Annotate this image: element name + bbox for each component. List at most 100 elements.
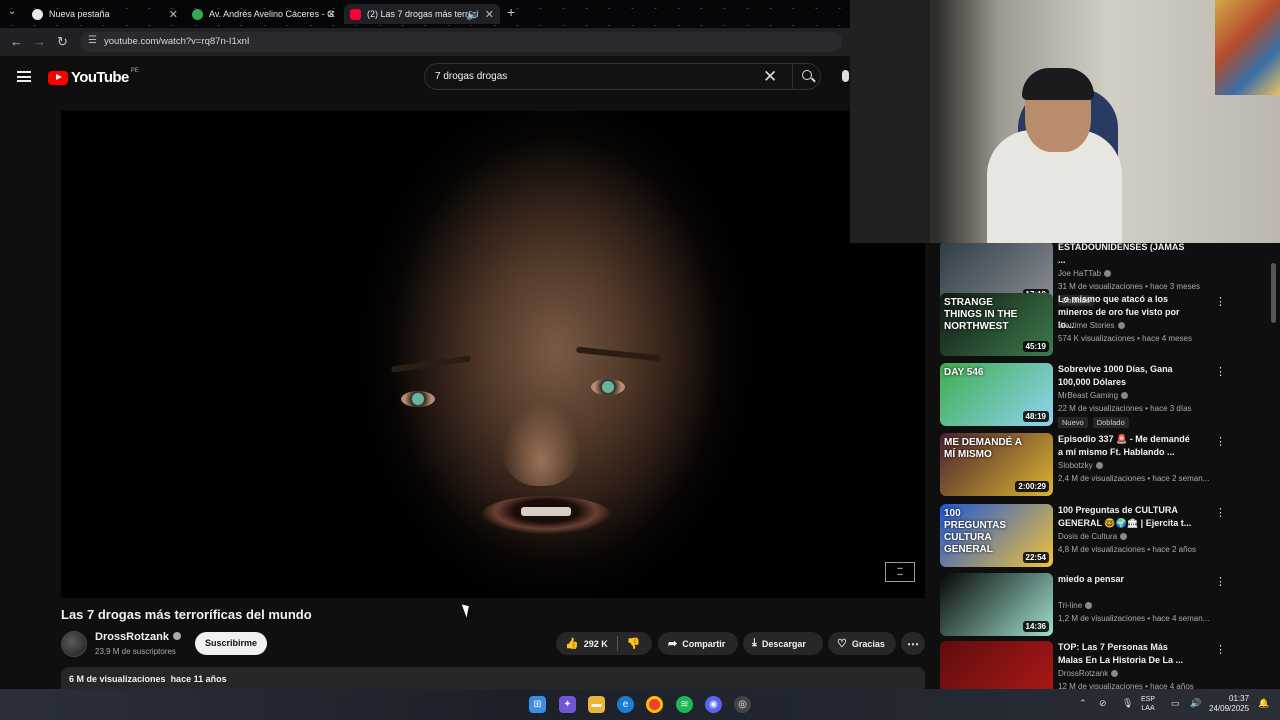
forward-icon[interactable]: → <box>33 34 46 49</box>
youtube-logo[interactable]: YouTube PE <box>48 68 139 86</box>
more-options-icon[interactable]: ⋮ <box>1215 365 1226 378</box>
video-frame-detail <box>390 355 472 373</box>
tab-new-tab[interactable]: Nueva pestaña ✕ <box>26 4 184 24</box>
clock-time: 01:37 <box>1229 694 1250 703</box>
recommended-title[interactable]: ESTADOUNIDENSES (JAMÁS ... <box>1058 243 1193 267</box>
menu-icon[interactable] <box>17 71 31 82</box>
tray-chevron-icon[interactable]: ⌃ <box>1079 698 1087 709</box>
tray-mic-icon[interactable]: 🎙 <box>1122 698 1133 709</box>
channel-name[interactable]: DrossRotzank <box>95 631 181 643</box>
thanks-button[interactable]: ♡ Gracias <box>828 632 896 655</box>
recommended-channel[interactable]: MrBeast Gaming <box>1058 391 1129 400</box>
recommended-channel[interactable]: Wartime Stories <box>1058 321 1125 330</box>
video-frame-detail <box>401 391 435 407</box>
recommended-title[interactable]: 100 Preguntas de CULTURA GENERAL 🤓🌍🏛 | E… <box>1058 504 1193 530</box>
channel-watermark[interactable]: ▪▪▪ ▪▪▪ <box>885 562 915 582</box>
system-clock[interactable]: 01:37 24/09/2025 <box>1209 694 1249 714</box>
verified-icon <box>1085 602 1093 609</box>
recommended-channel[interactable]: Dosis de Cultura <box>1058 532 1128 541</box>
close-tab-icon[interactable]: ✕ <box>485 8 494 21</box>
recommended-title[interactable]: miedo a pensar <box>1058 573 1193 586</box>
chrome-taskbar-icon[interactable] <box>646 696 663 713</box>
description-box[interactable]: 6 M de visualizaciones hace 11 años <box>61 667 925 689</box>
recommended-title[interactable]: Sobrevive 1000 Días, Gana 100,000 Dólare… <box>1058 363 1193 389</box>
mic-icon[interactable] <box>842 70 849 82</box>
recommended-video[interactable]: 100 PREGUNTAS CULTURA GENERAL 22:54 100 Pr… <box>940 504 1260 568</box>
volume-icon[interactable]: 🔊 <box>1190 698 1201 709</box>
audio-icon[interactable]: 🔈 <box>466 8 480 21</box>
video-player[interactable]: ▪▪▪ ▪▪▪ <box>61 111 925 598</box>
scrollbar-thumb[interactable] <box>1271 263 1276 323</box>
tab-maps[interactable]: Av. Andrés Avelino Cáceres - G ✕ <box>186 4 342 24</box>
sidebar-scrollbar[interactable] <box>1271 243 1276 688</box>
channel-avatar[interactable] <box>61 631 87 657</box>
more-options-icon[interactable]: ⋮ <box>1215 575 1226 588</box>
recommended-channel[interactable]: Tri-line <box>1058 601 1093 610</box>
channel-name-text: DrossRotzank <box>95 631 169 643</box>
subscribe-button[interactable]: Suscribirme <box>195 632 267 655</box>
search-icon <box>802 70 812 80</box>
video-thumbnail[interactable]: 100 PREGUNTAS CULTURA GENERAL 22:54 <box>940 504 1053 567</box>
recommended-title[interactable]: TOP: Las 7 Personas Más Malas En La Hist… <box>1058 641 1193 667</box>
clock-date: 24/09/2025 <box>1209 704 1250 713</box>
video-duration: 2:00:29 <box>1015 481 1049 492</box>
recommended-title[interactable]: Episodio 337 🚨 - Me demandé a mí mismo F… <box>1058 433 1193 459</box>
address-toolbar: ← → ↻ ☰ youtube.com/watch?v=rq87n-I1xnI <box>0 28 850 56</box>
like-dislike-group: 👍 292 K 👎 <box>556 632 652 655</box>
recommended-video[interactable]: 14:36 miedo a pensar Tri-line 1,2 M de visu… <box>940 573 1260 637</box>
thumbnail-text: ME DEMANDÉ A MÍ MISMO <box>944 437 1022 460</box>
notifications-icon[interactable]: 🔔 <box>1258 698 1269 709</box>
close-tab-icon[interactable]: ✕ <box>169 8 178 21</box>
like-button[interactable]: 👍 292 K <box>556 637 608 650</box>
back-icon[interactable]: ← <box>10 34 23 49</box>
more-options-icon[interactable]: ⋮ <box>1215 643 1226 656</box>
video-thumbnail[interactable]: DAY 546 48:19 <box>940 363 1053 426</box>
edge-icon[interactable]: e <box>617 696 634 713</box>
obs-icon[interactable]: ◎ <box>734 696 751 713</box>
video-thumbnail[interactable] <box>940 641 1053 689</box>
site-info-icon[interactable]: ☰ <box>88 35 97 46</box>
discord-icon[interactable]: ◉ <box>705 696 722 713</box>
recommended-meta: 31 M de visualizaciones • hace 3 meses <box>1058 282 1200 291</box>
recommended-video[interactable]: DAY 546 48:19 Sobrevive 1000 Días, Gana 10… <box>940 363 1260 428</box>
video-thumbnail[interactable]: 14:36 <box>940 573 1053 636</box>
more-options-icon[interactable]: ⋮ <box>1215 295 1226 308</box>
recommended-channel[interactable]: DrossRotzank <box>1058 669 1119 678</box>
recommended-channel[interactable]: Joe HaTTab <box>1058 269 1112 278</box>
more-options-icon[interactable]: ⋮ <box>1215 506 1226 519</box>
reload-icon[interactable]: ↻ <box>57 34 68 50</box>
search-box[interactable]: 7 drogas drogas ✕ <box>424 63 821 90</box>
search-input[interactable]: 7 drogas drogas <box>435 71 507 82</box>
video-thumbnail[interactable]: ME DEMANDÉ A MÍ MISMO 2:00:29 <box>940 433 1053 496</box>
maps-icon <box>192 8 203 20</box>
input-language[interactable]: ESP LAA <box>1141 695 1155 713</box>
recommended-meta: 1,2 M de visualizaciones • hace 4 seman.… <box>1058 614 1210 623</box>
recommended-video[interactable]: ME DEMANDÉ A MÍ MISMO 2:00:29 Episodio 337… <box>940 433 1260 497</box>
share-button[interactable]: ➦ Compartir <box>658 632 738 655</box>
recommended-channel-name: Dosis de Cultura <box>1058 532 1118 541</box>
video-thumbnail[interactable]: STRANGE THINGS IN THE NORTHWEST 45:19 <box>940 293 1053 356</box>
download-icon: ⤓ <box>752 637 757 649</box>
close-tab-icon[interactable]: ✕ <box>327 8 336 21</box>
more-actions-icon[interactable]: ⋯ <box>901 632 925 655</box>
windows-start-icon[interactable]: ⊞ <box>529 696 546 713</box>
download-button[interactable]: ⤓ Descargar <box>743 632 823 655</box>
network-icon[interactable]: ▭ <box>1171 698 1180 709</box>
thumbs-down-icon[interactable]: 👎 <box>627 637 641 650</box>
spotify-icon[interactable]: ≋ <box>676 696 693 713</box>
recommended-channel[interactable]: Slobotzky <box>1058 461 1103 470</box>
more-options-icon[interactable]: ⋮ <box>1215 435 1226 448</box>
recommended-video[interactable]: TOP: Las 7 Personas Más Malas En La Hist… <box>940 641 1260 689</box>
url-bar[interactable]: ☰ youtube.com/watch?v=rq87n-I1xnI <box>80 32 842 52</box>
recommended-video[interactable]: STRANGE THINGS IN THE NORTHWEST 45:19 Lo m… <box>940 293 1260 357</box>
clear-search-icon[interactable]: ✕ <box>763 67 777 87</box>
search-button[interactable] <box>792 64 822 89</box>
new-tab-button[interactable]: + <box>507 4 515 20</box>
file-explorer-icon[interactable]: ▬ <box>588 696 605 713</box>
tab-search-icon[interactable]: ⌄ <box>8 6 16 17</box>
tray-app-icon[interactable]: ⊘ <box>1099 698 1107 709</box>
tab-youtube[interactable]: (2) Las 7 drogas más terrorí 🔈 ✕ <box>344 4 500 24</box>
youtube-icon <box>350 8 361 20</box>
video-duration: 45:19 <box>1022 341 1049 352</box>
copilot-icon[interactable]: ✦ <box>559 696 576 713</box>
